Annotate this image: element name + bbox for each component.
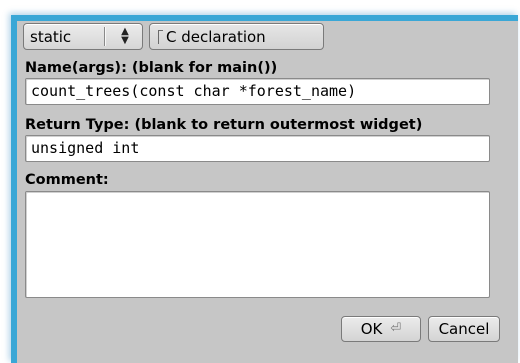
comment-label: Comment: bbox=[25, 172, 109, 188]
visibility-choice[interactable]: static ▲ ▼ bbox=[23, 23, 143, 50]
checkbox-icon bbox=[158, 30, 163, 44]
cancel-button[interactable]: Cancel bbox=[428, 316, 500, 342]
cancel-label: Cancel bbox=[438, 320, 490, 338]
up-down-arrows-icon: ▲ ▼ bbox=[121, 26, 129, 46]
c-declaration-label: C declaration bbox=[166, 28, 266, 46]
c-declaration-toggle[interactable]: C declaration bbox=[149, 23, 324, 50]
name-args-label: Name(args): (blank for main()) bbox=[25, 60, 278, 76]
ok-button[interactable]: OK ⏎ bbox=[341, 316, 421, 342]
visibility-choice-value: static bbox=[30, 28, 72, 46]
choice-separator bbox=[104, 27, 105, 46]
comment-textarea[interactable] bbox=[25, 191, 490, 298]
ok-label: OK bbox=[360, 320, 383, 338]
return-key-icon: ⏎ bbox=[390, 321, 402, 336]
return-type-field[interactable]: unsigned int bbox=[25, 135, 490, 162]
return-type-label: Return Type: (blank to return outermost … bbox=[25, 117, 423, 133]
name-args-field[interactable]: count_trees(const char *forest_name) bbox=[25, 78, 490, 105]
